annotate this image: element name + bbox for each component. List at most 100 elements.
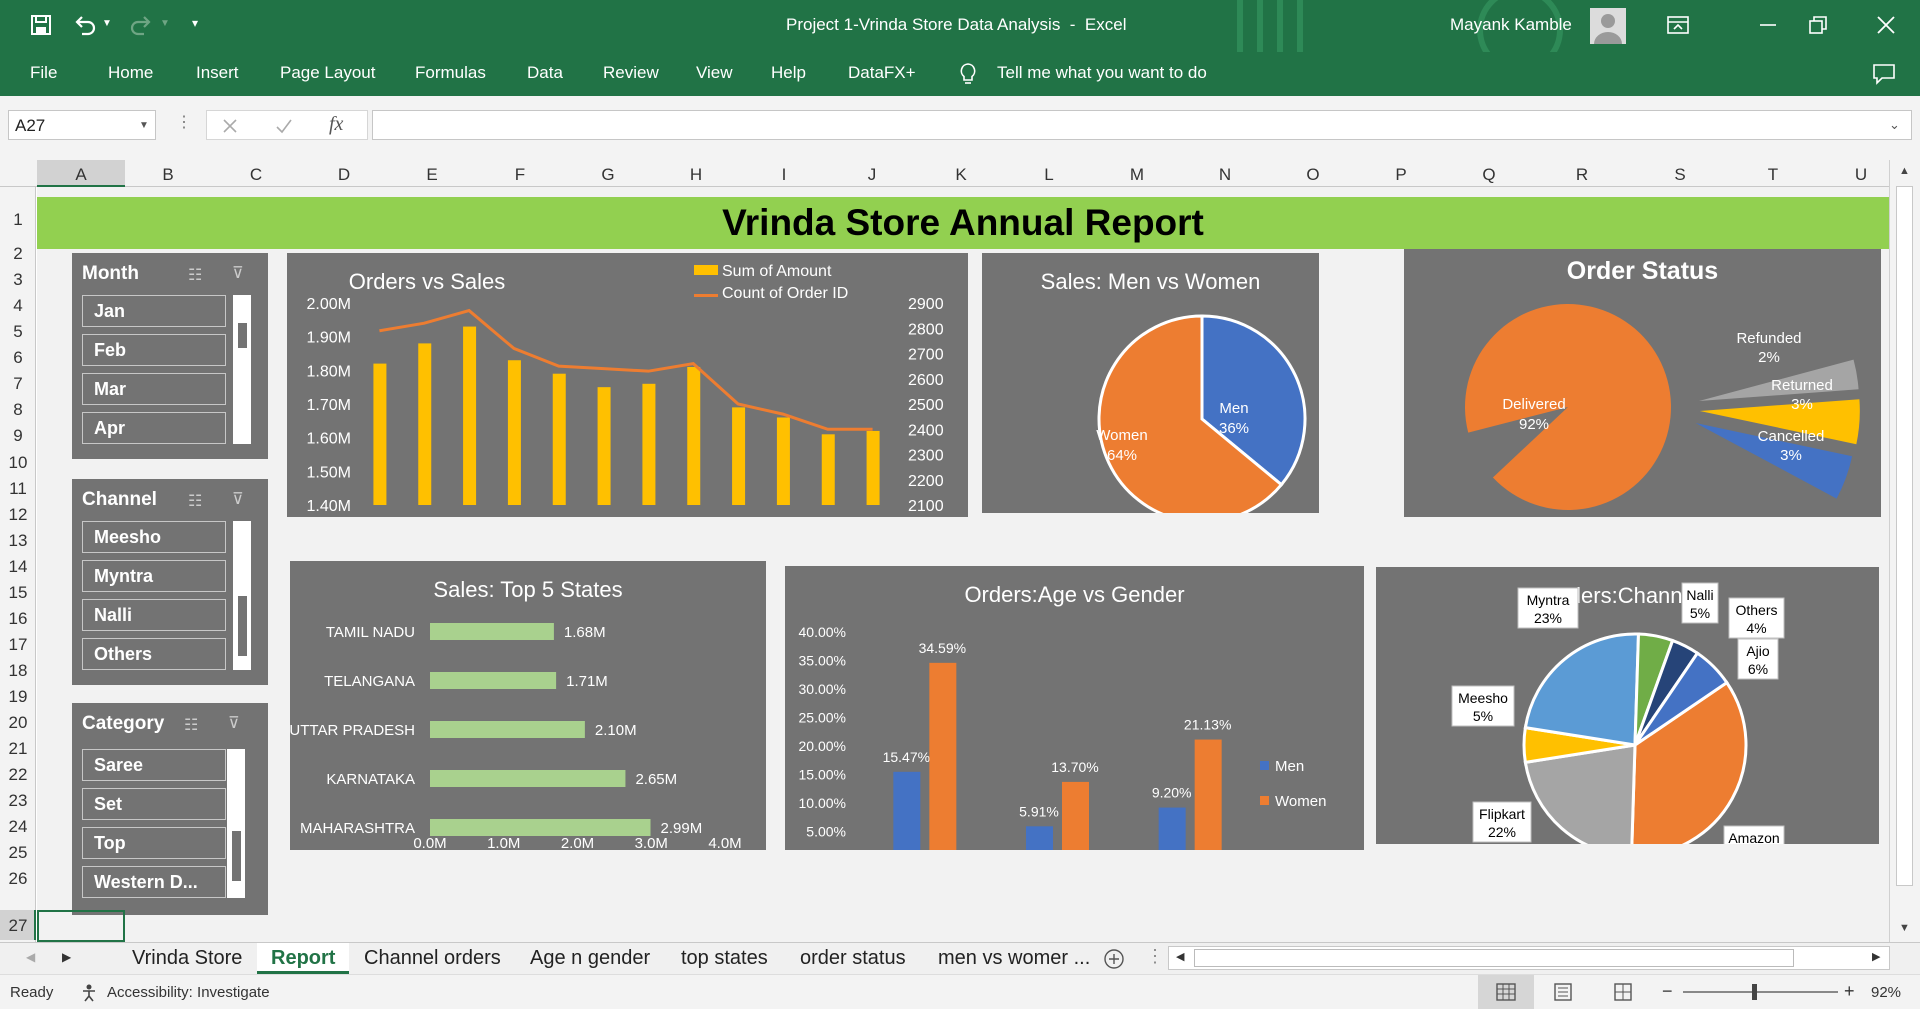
chart-orders-vs-sales[interactable]: Orders vs Sales Sum of Amount Count of O… <box>287 253 968 517</box>
tab-page-layout[interactable]: Page Layout <box>280 63 375 83</box>
column-header[interactable]: J <box>857 165 887 185</box>
scroll-down-icon[interactable]: ▼ <box>1899 922 1910 934</box>
tab-view[interactable]: View <box>696 63 733 83</box>
zoom-out-icon[interactable]: − <box>1662 981 1673 1002</box>
column-header[interactable]: H <box>681 165 711 185</box>
row-header[interactable]: 3 <box>0 270 36 290</box>
page-layout-view-icon[interactable] <box>1553 983 1573 1001</box>
sheet-tab[interactable]: top states <box>667 943 782 974</box>
row-header[interactable]: 23 <box>0 791 36 811</box>
row-header[interactable]: 10 <box>0 453 36 473</box>
slicer-item[interactable]: Myntra <box>82 560 226 592</box>
clear-filter-icon[interactable]: ⊽ <box>228 713 240 733</box>
zoom-slider-thumb[interactable] <box>1752 984 1758 1000</box>
multi-select-icon[interactable]: ☷ <box>188 491 202 511</box>
comments-icon[interactable] <box>1872 63 1896 85</box>
prev-sheet-icon[interactable]: ◀ <box>26 950 35 964</box>
row-header[interactable]: 19 <box>0 687 36 707</box>
undo-icon[interactable] <box>72 14 98 36</box>
slicer-scrollbar[interactable] <box>233 295 251 444</box>
column-header[interactable]: S <box>1665 165 1695 185</box>
normal-view-button[interactable] <box>1478 975 1534 1009</box>
row-header[interactable]: 11 <box>0 479 36 499</box>
tab-home[interactable]: Home <box>108 63 153 83</box>
column-header[interactable]: Q <box>1474 165 1504 185</box>
redo-icon[interactable] <box>128 14 154 36</box>
row-header[interactable]: 8 <box>0 400 36 420</box>
row-header[interactable]: 27 <box>0 916 36 936</box>
row-header[interactable]: 17 <box>0 635 36 655</box>
tab-data[interactable]: Data <box>527 63 563 83</box>
row-header[interactable]: 6 <box>0 348 36 368</box>
more-options-icon[interactable]: ⋮ <box>176 112 192 132</box>
scroll-thumb[interactable] <box>238 596 247 656</box>
row-header[interactable]: 25 <box>0 843 36 863</box>
row-header[interactable]: 12 <box>0 505 36 525</box>
save-icon[interactable] <box>30 14 52 36</box>
page-break-view-icon[interactable] <box>1613 983 1633 1001</box>
slicer-item[interactable]: Others <box>82 638 226 670</box>
scroll-thumb[interactable] <box>238 323 247 348</box>
expand-formula-icon[interactable]: ⌄ <box>1889 117 1900 133</box>
slicer-item[interactable]: Nalli <box>82 599 226 631</box>
row-header[interactable]: 14 <box>0 557 36 577</box>
tab-review[interactable]: Review <box>603 63 659 83</box>
tab-file[interactable]: File <box>30 63 57 83</box>
redo-dropdown-icon[interactable]: ▼ <box>160 18 170 29</box>
minimize-icon[interactable] <box>1756 14 1780 36</box>
scroll-thumb[interactable] <box>1896 186 1913 886</box>
tell-me-search[interactable]: Tell me what you want to do <box>997 63 1207 83</box>
formula-input[interactable]: ⌄ <box>372 110 1912 140</box>
sheet-tab[interactable]: Channel orders <box>350 943 515 974</box>
scroll-thumb[interactable] <box>1194 949 1794 967</box>
column-header[interactable]: M <box>1122 165 1152 185</box>
slicer-item[interactable]: Meesho <box>82 521 226 553</box>
row-header[interactable]: 1 <box>0 210 36 230</box>
scroll-up-icon[interactable]: ▲ <box>1899 165 1910 177</box>
row-header[interactable]: 21 <box>0 739 36 759</box>
sheet-tab[interactable]: Vrinda Store <box>118 943 256 974</box>
worksheet[interactable]: Vrinda Store Annual Report Month ☷ ⊽ Jan… <box>37 187 1889 942</box>
row-header[interactable]: 7 <box>0 374 36 394</box>
multi-select-icon[interactable]: ☷ <box>184 715 198 735</box>
zoom-slider[interactable] <box>1683 984 1838 1000</box>
row-header[interactable]: 2 <box>0 244 36 264</box>
tab-help[interactable]: Help <box>771 63 806 83</box>
row-header[interactable]: 16 <box>0 609 36 629</box>
sheet-tab[interactable]: order status <box>786 943 920 974</box>
horizontal-scrollbar[interactable]: ◀ ▶ <box>1168 946 1890 970</box>
row-header[interactable]: 20 <box>0 713 36 733</box>
slicer-item[interactable]: Apr <box>82 412 226 444</box>
avatar[interactable] <box>1590 8 1626 44</box>
slicer-item[interactable]: Set <box>82 788 226 820</box>
column-header[interactable]: I <box>769 165 799 185</box>
accessibility-icon[interactable] <box>80 983 102 1003</box>
slicer-item[interactable]: Jan <box>82 295 226 327</box>
tab-formulas[interactable]: Formulas <box>415 63 486 83</box>
slicer-scrollbar[interactable] <box>227 749 245 898</box>
zoom-level[interactable]: 92% <box>1871 984 1901 1001</box>
column-header[interactable]: N <box>1210 165 1240 185</box>
tab-insert[interactable]: Insert <box>196 63 239 83</box>
zoom-in-icon[interactable]: + <box>1844 981 1855 1002</box>
cancel-icon[interactable] <box>221 117 239 135</box>
slicer-item[interactable]: Top <box>82 827 226 859</box>
row-header[interactable]: 24 <box>0 817 36 837</box>
active-cell[interactable] <box>37 910 125 942</box>
next-sheet-icon[interactable]: ▶ <box>62 950 71 964</box>
row-header[interactable]: 26 <box>0 869 36 889</box>
sheet-tab-active[interactable]: Report <box>257 943 350 974</box>
slicer-item[interactable]: Western D... <box>82 866 226 898</box>
customize-toolbar-icon[interactable]: ▾ <box>192 16 198 30</box>
chart-age-vs-gender[interactable]: Orders:Age vs Gender 40.00% 35.00% 30.00% 2… <box>785 566 1364 850</box>
slicer-scrollbar[interactable] <box>233 521 251 670</box>
name-box[interactable]: A27 ▼ <box>8 110 156 140</box>
column-header[interactable]: R <box>1567 165 1597 185</box>
more-options-icon[interactable]: ⋮ <box>1146 946 1164 967</box>
chart-order-status[interactable]: Order Status Delivered 92% Refunded 2% Retur… <box>1404 249 1881 517</box>
row-header[interactable]: 13 <box>0 531 36 551</box>
enter-icon[interactable] <box>275 117 293 135</box>
slicer-item[interactable]: Feb <box>82 334 226 366</box>
row-header[interactable]: 22 <box>0 765 36 785</box>
slicer-item[interactable]: Saree <box>82 749 226 781</box>
